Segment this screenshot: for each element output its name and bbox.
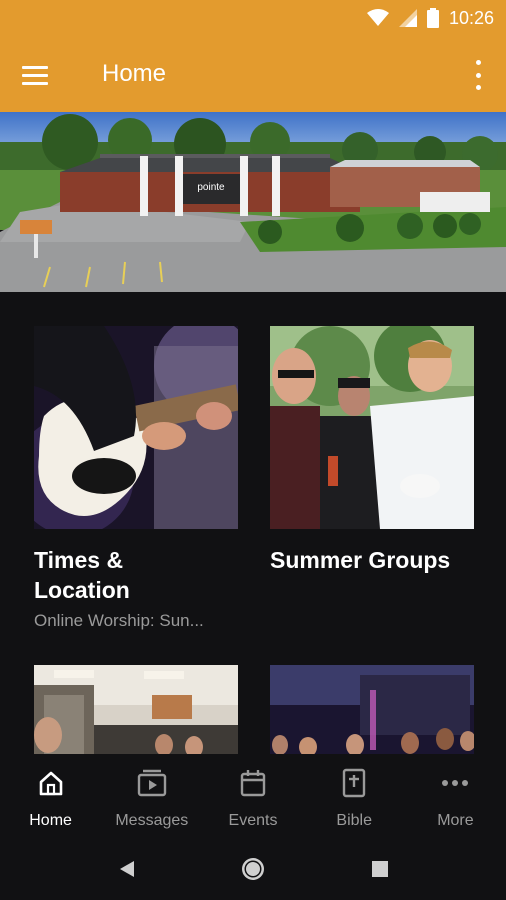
page-title: Home xyxy=(102,60,167,87)
menu-icon[interactable] xyxy=(22,58,56,92)
recents-icon[interactable] xyxy=(363,852,397,886)
nav-item-bible[interactable]: Bible xyxy=(304,754,405,836)
card-subtitle: Online Worship: Sun... xyxy=(34,611,204,630)
card-title: Times & Location xyxy=(34,545,238,605)
video-icon xyxy=(137,768,167,798)
status-bar: 10:26 xyxy=(0,0,506,36)
system-nav-bar xyxy=(0,836,506,900)
app-bar: Home xyxy=(0,36,506,112)
card-title-line1: Times & xyxy=(34,547,124,573)
wifi-icon xyxy=(366,9,389,26)
bottom-nav: Home Messages Events Bible More xyxy=(0,754,506,836)
nav-item-events[interactable]: Events xyxy=(202,754,303,836)
home-button-icon[interactable] xyxy=(236,852,270,886)
calendar-icon xyxy=(238,768,268,798)
nav-label-home: Home xyxy=(29,812,72,829)
status-time: 10:26 xyxy=(448,7,494,28)
nav-label-bible: Bible xyxy=(336,812,372,829)
back-icon[interactable] xyxy=(110,852,144,886)
more-horizontal-icon xyxy=(440,768,470,798)
nav-item-home[interactable]: Home xyxy=(0,754,101,836)
nav-label-messages: Messages xyxy=(115,812,189,829)
hero-sign-text: pointe xyxy=(197,182,225,193)
card-title-line1: Summer Groups xyxy=(270,547,451,573)
signal-icon xyxy=(398,9,417,27)
card-fourth[interactable] xyxy=(270,665,474,754)
nav-item-messages[interactable]: Messages xyxy=(101,754,202,836)
hero-image[interactable]: pointe xyxy=(0,112,506,292)
home-icon xyxy=(36,768,66,798)
bible-icon xyxy=(339,768,369,798)
card-image-people xyxy=(270,326,474,529)
content-list: Times & Location Online Worship: Sun... xyxy=(0,292,506,754)
nav-label-events: Events xyxy=(228,812,278,829)
card-image-guitar xyxy=(34,326,238,529)
card-title: Summer Groups xyxy=(270,545,474,575)
card-times-location[interactable]: Times & Location Online Worship: Sun... xyxy=(34,326,238,631)
nav-label-more: More xyxy=(437,812,474,829)
card-title-line2: Location xyxy=(34,577,130,603)
nav-item-more[interactable]: More xyxy=(405,754,506,836)
status-icons: 10:26 xyxy=(366,6,494,30)
card-image-worship xyxy=(270,665,474,754)
overflow-menu-icon[interactable] xyxy=(470,60,486,90)
card-third[interactable] xyxy=(34,665,238,754)
card-summer-groups[interactable]: Summer Groups xyxy=(270,326,474,581)
battery-icon xyxy=(426,8,439,28)
card-image-lobby xyxy=(34,665,238,754)
